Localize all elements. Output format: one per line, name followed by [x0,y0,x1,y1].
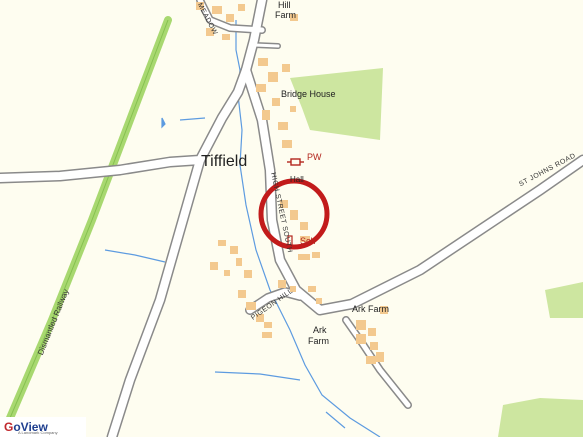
ark-farm-east-label: Ark Farm [352,304,389,314]
map-canvas[interactable]: Hill Farm Bridge House Tiffield PW Hall … [0,0,583,437]
hill-farm-label-line2: Farm [275,10,296,20]
green-area-north [290,68,383,140]
goview-logo: GoView A Landmark Company [0,417,86,437]
green-area-east [545,282,583,318]
ark-farm-south-label-line1: Ark [313,325,327,335]
logo-mark: G [4,420,14,434]
place-of-worship-icon [287,158,304,166]
dismantled-railway-line [6,16,172,422]
green-area-southeast [498,398,583,437]
map-base-layer [0,0,583,437]
bridge-house-label: Bridge House [281,89,336,99]
pw-label: PW [307,152,322,162]
hill-farm-label-line1: Hill [278,0,291,10]
school-label: Sch [300,236,316,246]
tiffield-label: Tiffield [201,153,248,170]
hall-label: Hall [290,175,304,184]
logo-tagline: A Landmark Company [18,430,58,435]
ark-farm-south-label-line2: Farm [308,336,329,346]
